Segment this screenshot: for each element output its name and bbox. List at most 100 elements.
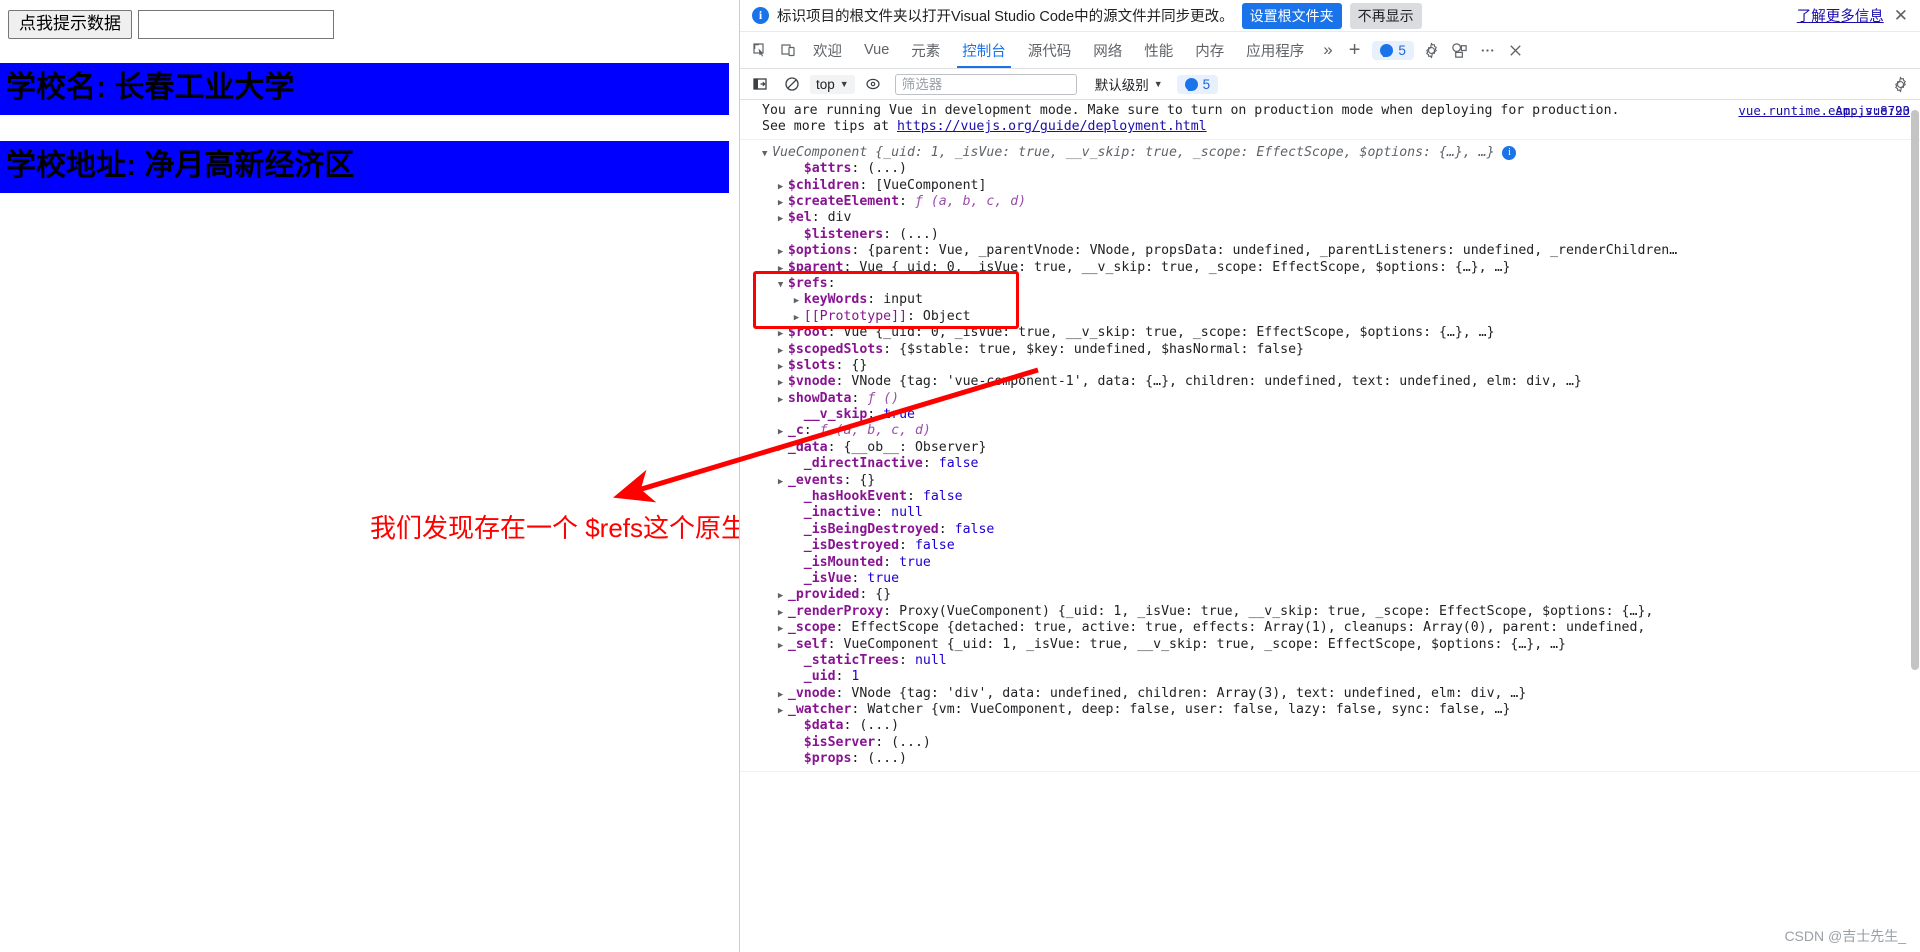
tab-vue[interactable]: Vue bbox=[853, 32, 900, 68]
object-property-row[interactable]: _vnode: VNode {tag: 'div', data: undefin… bbox=[762, 686, 1912, 702]
console-output[interactable]: vue.runtime.esm.js:8793 You are running … bbox=[740, 100, 1920, 952]
set-root-folder-button[interactable]: 设置根文件夹 bbox=[1241, 2, 1342, 29]
disclosure-triangle[interactable] bbox=[778, 621, 788, 637]
disclosure-triangle[interactable] bbox=[778, 588, 788, 604]
object-property-row[interactable]: $createElement: ƒ (a, b, c, d) bbox=[762, 194, 1912, 210]
console-scroll-thumb[interactable] bbox=[1911, 110, 1919, 670]
object-property-row[interactable]: _uid: 1 bbox=[762, 669, 1912, 685]
device-toolbar-icon[interactable] bbox=[774, 37, 802, 63]
disclosure-triangle[interactable] bbox=[778, 392, 788, 408]
object-property-row[interactable]: $root: Vue {_uid: 0, _isVue: true, __v_s… bbox=[762, 325, 1912, 341]
disclosure-triangle[interactable] bbox=[778, 277, 788, 293]
object-property-row[interactable]: _self: VueComponent {_uid: 1, _isVue: tr… bbox=[762, 637, 1912, 653]
object-property-row[interactable]: $parent: Vue {_uid: 0, _isVue: true, __v… bbox=[762, 260, 1912, 276]
object-property-row[interactable]: _watcher: Watcher {vm: VueComponent, dee… bbox=[762, 702, 1912, 718]
show-data-button[interactable]: 点我提示数据 bbox=[8, 10, 132, 39]
object-property-row[interactable]: _renderProxy: Proxy(VueComponent) {_uid:… bbox=[762, 604, 1912, 620]
dock-side-icon[interactable] bbox=[1446, 37, 1474, 63]
disclosure-triangle[interactable] bbox=[778, 474, 788, 490]
console-settings-gear-icon[interactable] bbox=[1886, 71, 1914, 97]
disclosure-triangle[interactable] bbox=[794, 310, 804, 326]
object-property-row[interactable]: $data: (...) bbox=[762, 718, 1912, 734]
object-property-row[interactable]: $vnode: VNode {tag: 'vue-component-1', d… bbox=[762, 374, 1912, 390]
disclosure-triangle[interactable] bbox=[762, 146, 772, 162]
object-property-row[interactable]: _staticTrees: null bbox=[762, 653, 1912, 669]
object-property-row[interactable]: $slots: {} bbox=[762, 358, 1912, 374]
disclosure-triangle[interactable] bbox=[778, 195, 788, 211]
object-property-row[interactable]: showData: ƒ () bbox=[762, 391, 1912, 407]
live-expression-icon[interactable] bbox=[859, 71, 887, 97]
tab-performance[interactable]: 性能 bbox=[1133, 32, 1184, 68]
tab-memory[interactable]: 内存 bbox=[1184, 32, 1235, 68]
add-tab-icon[interactable]: + bbox=[1341, 39, 1369, 62]
execution-context-select[interactable]: top ▼ bbox=[810, 74, 855, 94]
log-level-select[interactable]: 默认级别 ▼ bbox=[1089, 72, 1169, 96]
object-property-row[interactable]: __v_skip: true bbox=[762, 407, 1912, 423]
tab-console[interactable]: 控制台 bbox=[951, 32, 1017, 68]
object-property-row[interactable]: _isDestroyed: false bbox=[762, 538, 1912, 554]
object-property-row[interactable]: _scope: EffectScope {detached: true, act… bbox=[762, 620, 1912, 636]
object-property-row[interactable]: $props: (...) bbox=[762, 751, 1912, 767]
object-property-row[interactable]: $attrs: (...) bbox=[762, 161, 1912, 177]
infobar-close-icon[interactable]: ✕ bbox=[1892, 7, 1910, 24]
tab-application[interactable]: 应用程序 bbox=[1235, 32, 1315, 68]
disclosure-triangle[interactable] bbox=[778, 638, 788, 654]
disclosure-triangle[interactable] bbox=[778, 261, 788, 277]
object-property-row[interactable]: _isBeingDestroyed: false bbox=[762, 522, 1912, 538]
object-property-row[interactable]: $refs: bbox=[762, 276, 1912, 292]
object-property-row[interactable]: _inactive: null bbox=[762, 505, 1912, 521]
tab-elements[interactable]: 元素 bbox=[900, 32, 951, 68]
deployment-docs-link[interactable]: https://vuejs.org/guide/deployment.html bbox=[897, 119, 1207, 134]
disclosure-triangle[interactable] bbox=[778, 375, 788, 391]
object-property-row[interactable]: $children: [VueComponent] bbox=[762, 178, 1912, 194]
object-property-row[interactable]: $isServer: (...) bbox=[762, 735, 1912, 751]
object-property-row[interactable]: keyWords: input bbox=[762, 292, 1912, 308]
object-property-row[interactable]: [[Prototype]]: Object bbox=[762, 309, 1912, 325]
disclosure-triangle[interactable] bbox=[778, 343, 788, 359]
more-options-icon[interactable] bbox=[1474, 37, 1502, 63]
object-property-row[interactable]: _c: ƒ (a, b, c, d) bbox=[762, 423, 1912, 439]
object-property-row[interactable]: _hasHookEvent: false bbox=[762, 489, 1912, 505]
tab-network[interactable]: 网络 bbox=[1082, 32, 1133, 68]
object-property-row[interactable]: $options: {parent: Vue, _parentVnode: VN… bbox=[762, 243, 1912, 259]
object-property-row[interactable]: _isMounted: true bbox=[762, 555, 1912, 571]
console-message-object[interactable]: App.vue:20 VueComponent {_uid: 1, _isVue… bbox=[740, 103, 1920, 772]
console-scrollbar[interactable] bbox=[1909, 100, 1920, 952]
gear-icon[interactable] bbox=[1418, 37, 1446, 63]
tab-sources[interactable]: 源代码 bbox=[1017, 32, 1083, 68]
disclosure-triangle[interactable] bbox=[778, 703, 788, 719]
disclosure-triangle[interactable] bbox=[778, 179, 788, 195]
object-property-row[interactable]: _isVue: true bbox=[762, 571, 1912, 587]
source-link[interactable]: App.vue:20 bbox=[1835, 103, 1910, 119]
object-property-row[interactable]: $scopedSlots: {$stable: true, $key: unde… bbox=[762, 342, 1912, 358]
disclosure-triangle[interactable] bbox=[778, 424, 788, 440]
more-tabs-icon[interactable]: » bbox=[1315, 40, 1340, 60]
disclosure-triangle[interactable] bbox=[778, 441, 788, 457]
object-property-row[interactable]: _provided: {} bbox=[762, 587, 1912, 603]
disclosure-triangle[interactable] bbox=[778, 605, 788, 621]
disclosure-triangle[interactable] bbox=[778, 326, 788, 342]
disclosure-triangle[interactable] bbox=[794, 293, 804, 309]
learn-more-link[interactable]: 了解更多信息 bbox=[1797, 5, 1884, 26]
clear-console-icon[interactable] bbox=[778, 71, 806, 97]
keywords-input[interactable] bbox=[138, 10, 334, 39]
dont-show-again-button[interactable]: 不再显示 bbox=[1349, 2, 1422, 29]
disclosure-triangle[interactable] bbox=[778, 359, 788, 375]
inspect-element-icon[interactable] bbox=[746, 37, 774, 63]
object-property-row[interactable]: _data: {__ob__: Observer} bbox=[762, 440, 1912, 456]
issues-badge[interactable]: 5 bbox=[1176, 74, 1219, 94]
message-count-badge[interactable]: 5 bbox=[1372, 40, 1414, 60]
disclosure-triangle[interactable] bbox=[778, 687, 788, 703]
filter-input[interactable] bbox=[894, 73, 1077, 95]
disclosure-triangle[interactable] bbox=[778, 244, 788, 260]
tab-welcome[interactable]: 欢迎 bbox=[802, 32, 853, 68]
object-header-row[interactable]: VueComponent {_uid: 1, _isVue: true, __v… bbox=[762, 145, 1912, 161]
object-property-row[interactable]: $el: div bbox=[762, 210, 1912, 226]
object-property-row[interactable]: $listeners: (...) bbox=[762, 227, 1912, 243]
console-sidebar-icon[interactable] bbox=[746, 71, 774, 97]
object-property-row[interactable]: _events: {} bbox=[762, 473, 1912, 489]
object-tree[interactable]: VueComponent {_uid: 1, _isVue: true, __v… bbox=[762, 145, 1912, 768]
console-message-vue-dev[interactable]: vue.runtime.esm.js:8793 You are running … bbox=[740, 100, 1920, 140]
disclosure-triangle[interactable] bbox=[778, 211, 788, 227]
close-devtools-icon[interactable] bbox=[1502, 37, 1530, 63]
